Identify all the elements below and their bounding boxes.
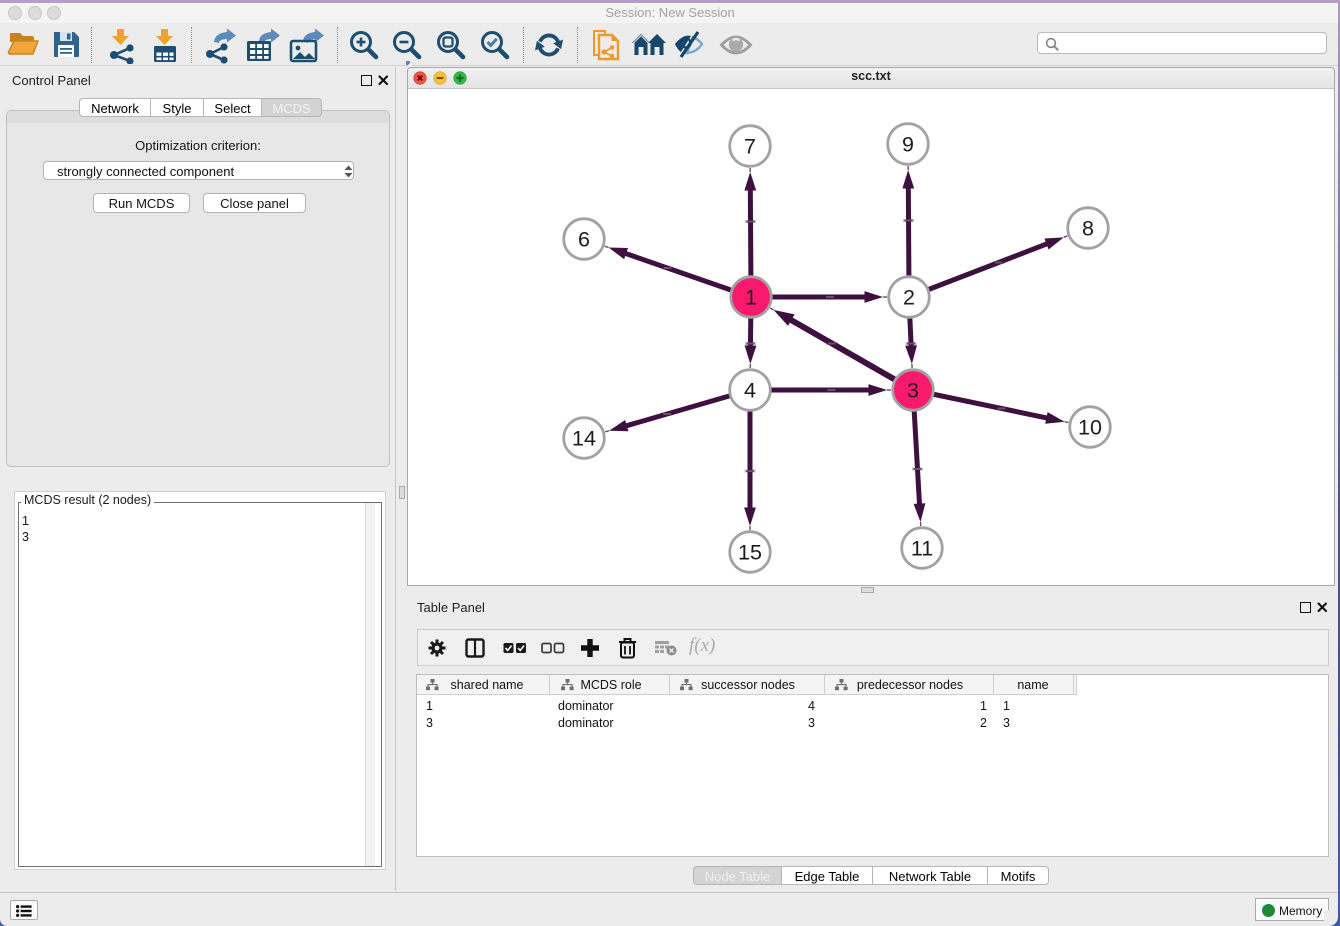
svg-text:3: 3	[907, 379, 919, 403]
svg-text:11: 11	[911, 537, 933, 561]
svg-text:9: 9	[902, 133, 914, 157]
svg-text:10: 10	[1078, 416, 1102, 440]
svg-text:2: 2	[903, 286, 915, 310]
svg-text:14: 14	[572, 427, 596, 451]
svg-text:8: 8	[1082, 217, 1094, 241]
svg-text:1: 1	[745, 286, 757, 310]
svg-text:7: 7	[744, 135, 756, 159]
svg-text:4: 4	[744, 379, 756, 403]
svg-text:6: 6	[578, 228, 590, 252]
svg-text:15: 15	[738, 541, 762, 565]
